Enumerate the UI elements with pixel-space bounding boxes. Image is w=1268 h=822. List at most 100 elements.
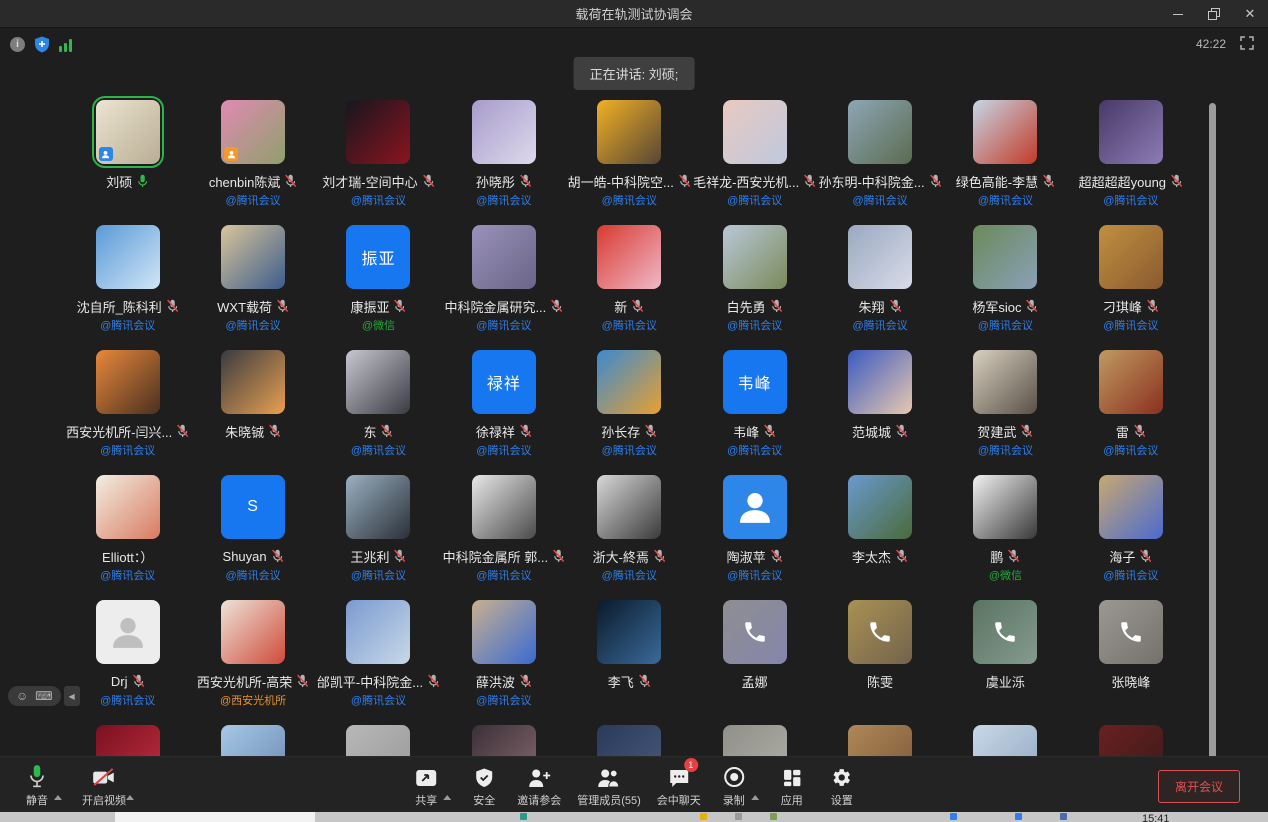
participant-tile[interactable]: WXT载荷 @腾讯会议 <box>190 225 315 350</box>
bottom-toolbar: 静音 开启视频 <box>0 756 1268 812</box>
participant-tile[interactable]: 中科院金属所 郭... @腾讯会议 <box>441 475 566 600</box>
restore-button[interactable] <box>1196 0 1232 28</box>
start-video-button[interactable]: 开启视频 <box>82 764 126 808</box>
participant-tile[interactable]: 王兆利 @腾讯会议 <box>316 475 441 600</box>
participant-tile[interactable]: 海子 @腾讯会议 <box>1068 475 1193 600</box>
participant-tile[interactable] <box>316 725 441 756</box>
mute-options-caret[interactable] <box>54 795 62 800</box>
participant-tile[interactable]: S Shuyan <box>190 475 315 600</box>
apps-button[interactable]: 应用 <box>775 764 809 808</box>
participant-tile[interactable]: chenbin陈斌 @腾讯会议 <box>190 100 315 225</box>
phone-handset-icon <box>742 619 768 645</box>
participant-tile[interactable]: 杨军sioc @腾讯会议 <box>943 225 1068 350</box>
participant-tile[interactable] <box>441 725 566 756</box>
participant-tile[interactable] <box>190 725 315 756</box>
badge-person-icon <box>101 150 110 159</box>
participant-tile[interactable]: 浙大-終焉 @腾讯会议 <box>567 475 692 600</box>
participant-tile[interactable]: 沈自所_陈科利 @腾讯会议 <box>65 225 190 350</box>
emoji-reactions-icon[interactable]: ☺ <box>16 689 28 703</box>
participant-avatar <box>472 100 536 164</box>
participant-tile[interactable]: 孟娜 <box>692 600 817 725</box>
participant-tile[interactable] <box>1068 725 1193 756</box>
participant-name: 刁琪峰 <box>1103 297 1142 316</box>
meeting-title: 载荷在轨测试协调会 <box>0 4 1268 23</box>
participant-tile[interactable]: 陈雯 <box>817 600 942 725</box>
participant-tile[interactable]: 虞业泺 <box>943 600 1068 725</box>
participant-tile[interactable]: Drj @腾讯会议 <box>65 600 190 725</box>
taskbar-app-icon <box>1060 813 1067 820</box>
participant-tile[interactable]: 孙长存 @腾讯会议 <box>567 350 692 475</box>
participant-tile[interactable]: 雷 @腾讯会议 <box>1068 350 1193 475</box>
participant-tile[interactable]: Elliott：） @腾讯会议 <box>65 475 190 600</box>
participant-tile[interactable]: 绿色高能-李慧 @腾讯会议 <box>943 100 1068 225</box>
participant-tile[interactable]: 胡一皓-中科院空... @腾讯会议 <box>567 100 692 225</box>
mic-status-icon <box>895 424 908 438</box>
participant-tile[interactable]: 李太杰 <box>817 475 942 600</box>
participant-tile[interactable]: 振亚 康振亚 <box>316 225 441 350</box>
collapse-arrow-button[interactable]: ◀ <box>64 686 80 706</box>
participant-tile[interactable]: 陶淑苹 @腾讯会议 <box>692 475 817 600</box>
participant-tile[interactable]: 孙东明-中科院金... @腾讯会议 <box>817 100 942 225</box>
settings-button[interactable]: 设置 <box>825 764 859 808</box>
participant-tile[interactable]: 超超超超young @腾讯会议 <box>1068 100 1193 225</box>
participant-tile[interactable] <box>65 725 190 756</box>
shield-plus-icon[interactable] <box>34 36 50 53</box>
record-button[interactable]: 录制 <box>717 764 751 808</box>
participant-tile[interactable] <box>567 725 692 756</box>
mic-status-icon <box>1139 549 1152 563</box>
share-screen-button[interactable]: 共享 <box>409 764 443 808</box>
share-options-caret[interactable] <box>443 795 451 800</box>
platform-label: @腾讯会议 <box>351 192 406 205</box>
participant-tile[interactable]: 毛祥龙-西安光机... @腾讯会议 <box>692 100 817 225</box>
participant-tile[interactable] <box>692 725 817 756</box>
participant-name: 鹏 <box>990 547 1003 566</box>
participant-tile[interactable]: 新 @腾讯会议 <box>567 225 692 350</box>
mic-status-icon <box>393 549 406 563</box>
participant-tile[interactable]: 中科院金属研究... @腾讯会议 <box>441 225 566 350</box>
record-options-caret[interactable] <box>751 795 759 800</box>
minimize-button[interactable] <box>1160 0 1196 28</box>
participant-tile[interactable]: 西安光机所-高荣 @西安光机所 <box>190 600 315 725</box>
platform-label: @腾讯会议 <box>476 317 531 330</box>
vertical-scrollbar[interactable] <box>1209 103 1216 763</box>
caption-keyboard-icon[interactable]: ⌨ <box>35 689 52 703</box>
participant-tile[interactable]: 贺建武 @腾讯会议 <box>943 350 1068 475</box>
participant-tile[interactable]: 东 @腾讯会议 <box>316 350 441 475</box>
participant-tile[interactable]: 禄祥 徐禄祥 <box>441 350 566 475</box>
participant-name: Elliott：） <box>102 547 153 566</box>
security-button[interactable]: 安全 <box>467 764 501 808</box>
participant-tile[interactable]: 西安光机所-闫兴... @腾讯会议 <box>65 350 190 475</box>
close-button[interactable]: ✕ <box>1232 0 1268 28</box>
participant-tile[interactable] <box>817 725 942 756</box>
participant-tile[interactable]: 薛洪波 @腾讯会议 <box>441 600 566 725</box>
invite-button[interactable]: 邀请参会 <box>517 764 561 808</box>
participant-tile[interactable]: 孙晓彤 @腾讯会议 <box>441 100 566 225</box>
participant-tile[interactable]: 李飞 <box>567 600 692 725</box>
participant-tile[interactable] <box>943 725 1068 756</box>
participant-tile[interactable]: 朱翔 @腾讯会议 <box>817 225 942 350</box>
info-icon[interactable]: i <box>10 37 25 52</box>
participant-tile[interactable]: 韦峰 韦峰 <box>692 350 817 475</box>
participant-tile[interactable]: 刘硕 <box>65 100 190 225</box>
mute-button[interactable]: 静音 <box>20 764 54 808</box>
fullscreen-button[interactable] <box>1240 36 1254 55</box>
platform-label: @腾讯会议 <box>351 567 406 580</box>
participant-tile[interactable]: 刘才瑞-空间中心 @腾讯会议 <box>316 100 441 225</box>
participant-name: 邰凯平-中科院金... <box>317 672 423 691</box>
participant-name: 李飞 <box>608 672 634 691</box>
participant-avatar: S <box>221 475 285 539</box>
participant-tile[interactable]: 朱晓铖 <box>190 350 315 475</box>
leave-meeting-button[interactable]: 离开会议 <box>1158 770 1240 803</box>
participant-avatar <box>848 225 912 289</box>
manage-members-button[interactable]: 管理成员(55) <box>577 764 641 808</box>
participant-tile[interactable]: 刁琪峰 @腾讯会议 <box>1068 225 1193 350</box>
participant-tile[interactable]: 范城城 <box>817 350 942 475</box>
network-signal-icon[interactable] <box>59 38 73 52</box>
video-options-caret[interactable] <box>126 795 134 800</box>
participant-tile[interactable]: 邰凯平-中科院金... @腾讯会议 <box>316 600 441 725</box>
meeting-chat-button[interactable]: 1 会中聊天 <box>657 764 701 808</box>
participant-tile[interactable]: 白先勇 @腾讯会议 <box>692 225 817 350</box>
reactions-pill[interactable]: ☺ ⌨ <box>8 686 61 706</box>
participant-tile[interactable]: 鹏 @微信 <box>943 475 1068 600</box>
participant-tile[interactable]: 张晓峰 <box>1068 600 1193 725</box>
